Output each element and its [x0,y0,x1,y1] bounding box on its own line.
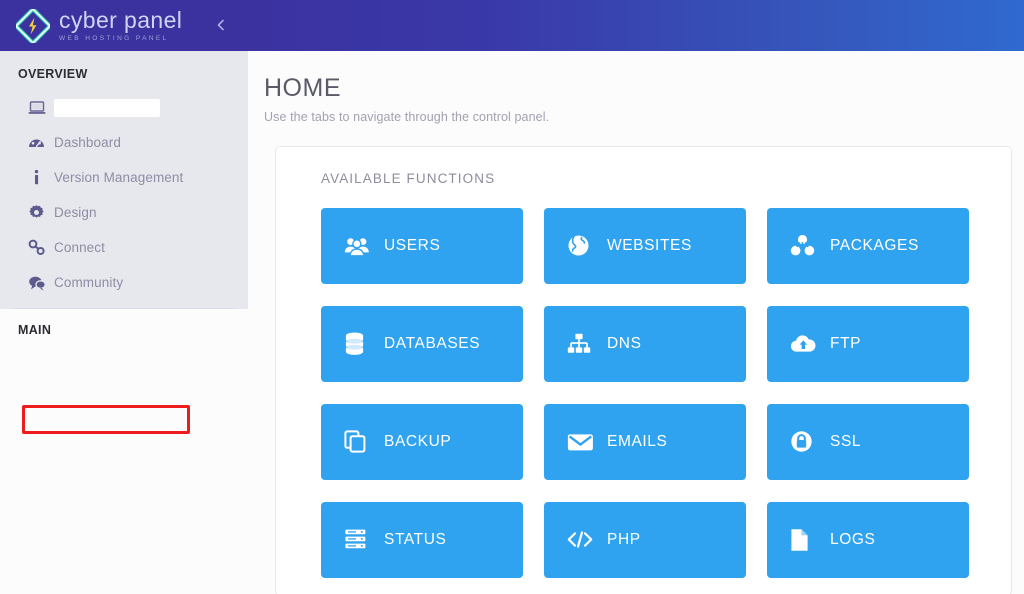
sitemap-icon [567,333,601,354]
code-icon [567,530,601,549]
info-icon [28,169,54,186]
sidebar-item-label: Version Management [54,170,183,185]
sidebar: cyber panel WEB HOSTING PANEL OVERVIEW [0,0,248,594]
link-icon [28,239,54,256]
sidebar-item-community[interactable]: Community [0,265,248,300]
lock-shield-icon [790,430,824,453]
sidebar-item-connect[interactable]: Connect [0,230,248,265]
tile-php[interactable]: PHP [544,502,746,578]
server-icon [344,528,378,551]
sidebar-item-dashboard[interactable]: Dashboard [0,125,248,160]
dashboard-icon [28,135,54,151]
laptop-icon [28,100,54,116]
packages-cubes-icon [790,234,824,257]
brand-title: cyber panel [59,9,182,32]
page-title: HOME [264,75,1024,103]
tile-databases[interactable]: DATABASES [321,306,523,382]
page-header: HOME Use the tabs to navigate through th… [248,51,1024,124]
sidebar-item-label: Design [54,205,97,220]
tile-users[interactable]: USERS [321,208,523,284]
tile-backup[interactable]: BACKUP [321,404,523,480]
sidebar-item-design[interactable]: Design [0,195,248,230]
tile-websites[interactable]: WEBSITES [544,208,746,284]
tile-label: BACKUP [384,433,451,451]
card-title: AVAILABLE FUNCTIONS [276,171,1011,186]
users-icon [344,236,378,256]
tile-label: WEBSITES [607,237,692,255]
tile-label: PHP [607,531,641,549]
tile-label: LOGS [830,531,875,549]
tile-label: SSL [830,433,861,451]
sidebar-section-overview: OVERVIEW [0,51,248,90]
cyberpanel-diamond-logo-icon [16,9,50,43]
tile-label: DNS [607,335,642,353]
tile-ftp[interactable]: FTP [767,306,969,382]
file-icon [790,528,824,552]
main-content: HOME Use the tabs to navigate through th… [248,0,1024,594]
tile-status[interactable]: STATUS [321,502,523,578]
tile-label: PACKAGES [830,237,919,255]
sidebar-item-label: Connect [54,240,105,255]
cloud-upload-icon [790,334,824,354]
copy-icon [344,430,378,453]
tile-dns[interactable]: DNS [544,306,746,382]
available-functions-card: AVAILABLE FUNCTIONS USERS [275,146,1012,594]
cyberpanel-app: cyber panel WEB HOSTING PANEL OVERVIEW [0,0,1024,594]
redacted-server-name [54,99,160,117]
chat-icon [28,275,54,291]
tile-logs[interactable]: LOGS [767,502,969,578]
sidebar-item-server[interactable] [0,90,248,125]
sidebar-item-label: Community [54,275,123,290]
envelope-icon [567,432,601,452]
brand-header: cyber panel WEB HOSTING PANEL [0,0,248,51]
tile-label: DATABASES [384,335,480,353]
sidebar-item-version-management[interactable]: Version Management [0,160,248,195]
chevron-left-icon[interactable] [212,16,230,34]
globe-icon [567,234,601,257]
tile-packages[interactable]: PACKAGES [767,208,969,284]
function-tile-grid: USERS WEBSITES [276,186,1011,578]
page-subtitle: Use the tabs to navigate through the con… [264,110,1024,124]
database-icon [344,332,378,356]
tile-label: STATUS [384,531,446,549]
tile-label: EMAILS [607,433,667,451]
sidebar-section-main: MAIN [0,309,248,594]
tile-label: FTP [830,335,861,353]
tile-emails[interactable]: EMAILS [544,404,746,480]
tile-label: USERS [384,237,440,255]
tile-ssl[interactable]: SSL [767,404,969,480]
brand-subtitle: WEB HOSTING PANEL [59,36,182,43]
top-bar [248,0,1024,51]
brand-text: cyber panel WEB HOSTING PANEL [59,9,182,43]
sidebar-item-label: Dashboard [54,135,121,150]
gear-icon [28,204,54,221]
